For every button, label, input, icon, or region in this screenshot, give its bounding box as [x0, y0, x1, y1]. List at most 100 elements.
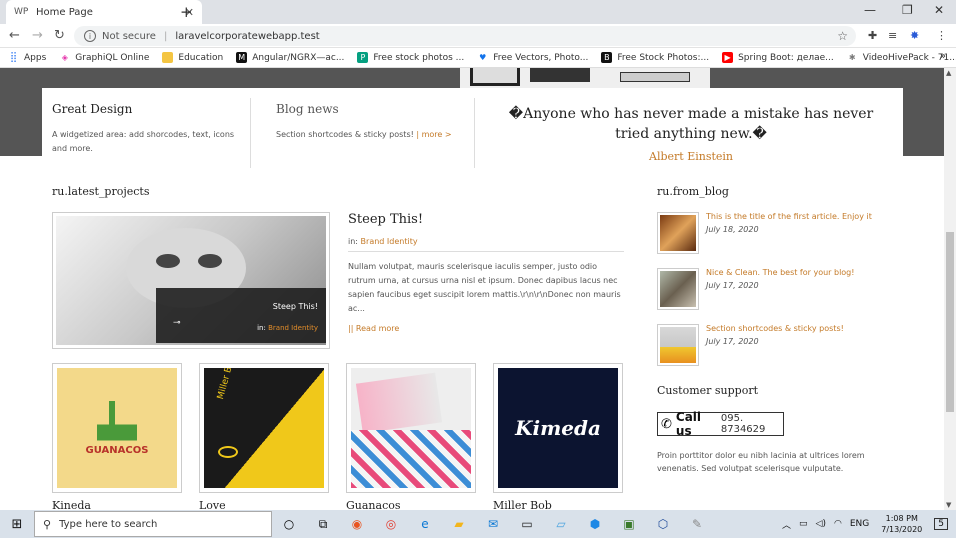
feature-text-body: Section shortcodes & sticky posts! — [276, 130, 414, 139]
profile-icon[interactable]: ✸ — [910, 29, 919, 42]
scroll-thumb[interactable] — [946, 232, 954, 412]
close-window-icon[interactable]: ✕ — [934, 3, 944, 17]
thumb-label[interactable]: Love — [199, 499, 226, 510]
project-thumb-miller-bob[interactable]: Kimeda — [493, 363, 623, 493]
reload-icon[interactable]: ↻ — [54, 28, 65, 43]
taskbar-search[interactable]: ⚲ Type here to search — [34, 511, 272, 537]
link-icon[interactable]: ⊸ — [173, 318, 181, 328]
tab-home-page[interactable]: WP Home Page ✕ — [6, 0, 202, 24]
quote-text: �Anyone who has never made a mistake has… — [508, 106, 874, 142]
category-prefix: in: — [348, 237, 358, 246]
new-tab-icon[interactable]: + — [180, 3, 193, 21]
blog-item: Section shortcodes & sticky posts! July … — [657, 324, 877, 369]
medium-icon: M — [236, 52, 248, 63]
category-link[interactable]: Brand Identity — [361, 237, 418, 246]
windows-taskbar: ⊞ ⚲ Type here to search ○ ⧉ ◉ ◎ e ▰ ✉ ▭ … — [0, 510, 956, 538]
task-view-icon[interactable]: ⧉ — [306, 510, 340, 538]
videohive-icon: ✱ — [848, 53, 856, 62]
bookmark-label: Free stock photos ... — [373, 52, 465, 63]
photos-icon[interactable]: ▱ — [544, 510, 578, 538]
page-viewport: Great Design A widgetized area: add shor… — [0, 68, 944, 510]
bookmark-graphiql[interactable]: ◈ GraphiQL Online — [59, 52, 150, 63]
pycharm-icon[interactable]: ▣ — [612, 510, 646, 538]
project-overlay — [156, 288, 326, 343]
thumb-label[interactable]: Miller Bob — [493, 499, 552, 510]
featured-project-image[interactable]: ⊸ Steep This! in: Brand Identity — [52, 212, 330, 349]
forward-icon[interactable]: → — [32, 28, 43, 43]
thumb-label[interactable]: Guanacos — [346, 499, 401, 510]
blog-date: July 17, 2020 — [706, 281, 759, 290]
blog-title-link[interactable]: Nice & Clean. The best for your blog! — [706, 268, 876, 277]
toolbar: ← → ↻ i Not secure | laravelcorporateweb… — [0, 24, 956, 48]
project-thumb-guanacos[interactable] — [346, 363, 476, 493]
blog-date: July 18, 2020 — [706, 225, 759, 234]
tool-icon[interactable]: ✎ — [680, 510, 714, 538]
media-control-icon[interactable]: ≡ — [888, 29, 897, 42]
bookmark-spring-boot[interactable]: ▶ Spring Boot: делае... — [722, 52, 834, 63]
blog-title-link[interactable]: This is the title of the first article. … — [706, 212, 876, 221]
back-icon[interactable]: ← — [9, 28, 20, 43]
blog-thumbnail[interactable] — [657, 212, 699, 254]
menu-icon[interactable]: ⋮ — [936, 29, 947, 42]
bookmarks-overflow-icon[interactable]: » — [940, 51, 946, 62]
extensions-icon[interactable]: ✚ — [868, 29, 877, 42]
feature-text: A widgetized area: add shorcodes, text, … — [52, 130, 235, 153]
blog-thumbnail[interactable] — [657, 324, 699, 366]
project-thumb-kineda[interactable]: GUANACOS — [52, 363, 182, 493]
app-icon[interactable]: ⬢ — [578, 510, 612, 538]
blog-title-link[interactable]: Section shortcodes & sticky posts! — [706, 324, 876, 333]
security-status: Not secure — [102, 30, 156, 42]
info-icon[interactable]: i — [84, 30, 96, 42]
more-link[interactable]: | more > — [416, 130, 451, 139]
chevron-up-icon[interactable]: ︿ — [782, 518, 791, 531]
bookmark-label: Education — [178, 52, 224, 63]
bookmark-label: Free Stock Photos:... — [617, 52, 710, 63]
notifications-icon[interactable]: 5 — [934, 518, 948, 530]
graphql-icon: ◈ — [61, 53, 68, 62]
project-title[interactable]: Steep This! — [348, 212, 624, 227]
support-title: Customer support — [657, 384, 758, 397]
bookmark-pexels[interactable]: P Free stock photos ... — [357, 52, 464, 63]
call-us-label: Call us — [675, 410, 702, 438]
network-icon[interactable]: ▭ — [799, 519, 808, 529]
bookmark-apps[interactable]: ⣿ Apps — [8, 52, 46, 63]
bookmark-star-icon[interactable]: ☆ — [837, 29, 848, 43]
restore-icon[interactable]: ❐ — [902, 3, 913, 17]
overlay-category: in: Brand Identity — [257, 324, 318, 332]
edge-icon[interactable]: e — [408, 510, 442, 538]
apps-grid-icon: ⣿ — [9, 52, 18, 63]
terminal-icon[interactable]: ▭ — [510, 510, 544, 538]
blog-section-title: ru.from_blog — [657, 185, 729, 198]
scroll-down-icon[interactable]: ▼ — [946, 501, 951, 509]
blog-thumbnail[interactable] — [657, 268, 699, 310]
scroll-up-icon[interactable]: ▲ — [946, 69, 951, 77]
address-bar[interactable]: i Not secure | laravelcorporatewebapp.te… — [74, 26, 856, 46]
volume-icon[interactable]: ◁) — [816, 519, 826, 529]
language-indicator[interactable]: ENG — [850, 519, 869, 529]
pexels-icon: P — [357, 52, 369, 63]
bookmark-education[interactable]: Education — [162, 52, 223, 63]
file-explorer-icon[interactable]: ▰ — [442, 510, 476, 538]
mail-icon[interactable]: ✉ — [476, 510, 510, 538]
tab-title: Home Page — [36, 6, 93, 18]
bookmark-label: Free Vectors, Photo... — [493, 52, 589, 63]
cortana-icon[interactable]: ○ — [272, 510, 306, 538]
overlay-title: Steep This! — [272, 302, 318, 311]
windows-start-icon[interactable]: ⊞ — [0, 510, 34, 538]
project-thumb-love[interactable]: Miller Bob — [199, 363, 329, 493]
clock[interactable]: 1:08 PM 7/13/2020 — [881, 513, 922, 535]
url-text[interactable]: laravelcorporatewebapp.test — [175, 31, 319, 42]
quote-block: �Anyone who has never made a mistake has… — [492, 104, 890, 190]
bookmark-burst[interactable]: B Free Stock Photos:... — [601, 52, 709, 63]
bookmark-angular[interactable]: M Angular/NGRX—ac... — [236, 52, 344, 63]
wifi-icon[interactable]: ◠ — [834, 519, 842, 529]
chrome-icon[interactable]: ◎ — [374, 510, 408, 538]
bookmark-freepik[interactable]: ♥ Free Vectors, Photo... — [477, 52, 588, 63]
read-more-link[interactable]: || Read more — [348, 324, 624, 333]
minimize-icon[interactable]: — — [864, 3, 876, 17]
page-scrollbar[interactable]: ▲ ▼ — [944, 68, 956, 510]
ubuntu-icon[interactable]: ◉ — [340, 510, 374, 538]
thumb-label[interactable]: Kineda — [52, 499, 91, 510]
virtualbox-icon[interactable]: ⬡ — [646, 510, 680, 538]
overlay-cat-link[interactable]: Brand Identity — [268, 324, 318, 332]
